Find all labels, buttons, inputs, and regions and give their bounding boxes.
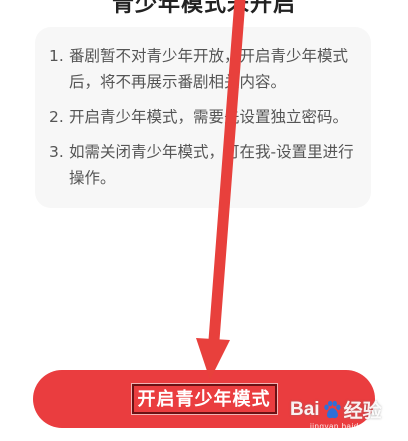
list-item-text: 开启青少年模式，需要先设置独立密码。: [69, 108, 349, 126]
list-item-number: 2.: [49, 108, 64, 126]
watermark-brand: Bai 经验: [290, 396, 382, 423]
watermark-brand-right: 经验: [343, 401, 382, 422]
page-title: 青少年模式未开启: [111, 0, 296, 17]
list-item-number: 3.: [49, 143, 64, 161]
teen-mode-info-card: 1. 番剧暂不对青少年开放，开启青少年模式后，将不再展示番剧相关内容。 2. 开…: [35, 27, 371, 208]
watermark-brand-left: Bai: [290, 398, 320, 420]
teen-mode-page: 青少年模式未开启 1. 番剧暂不对青少年开放，开启青少年模式后，将不再展示番剧相…: [0, 0, 408, 441]
enable-teen-mode-label: 开启青少年模式: [131, 384, 277, 414]
list-item: 1. 番剧暂不对青少年开放，开启青少年模式后，将不再展示番剧相关内容。: [49, 43, 367, 95]
list-item-number: 1.: [49, 47, 64, 65]
list-item: 3. 如需关闭青少年模式，可在我-设置里进行操作。: [49, 139, 367, 191]
list-item-text: 如需关闭青少年模式，可在我-设置里进行操作。: [69, 143, 354, 187]
baidu-paw-icon: [323, 400, 341, 418]
list-item: 2. 开启青少年模式，需要先设置独立密码。: [49, 104, 367, 130]
baidu-watermark: Bai 经验 jingyan.baidu.com: [290, 394, 402, 436]
info-list: 1. 番剧暂不对青少年开放，开启青少年模式后，将不再展示番剧相关内容。 2. 开…: [49, 43, 367, 200]
watermark-url: jingyan.baidu.com: [310, 422, 383, 431]
list-item-text: 番剧暂不对青少年开放，开启青少年模式后，将不再展示番剧相关内容。: [69, 47, 349, 91]
